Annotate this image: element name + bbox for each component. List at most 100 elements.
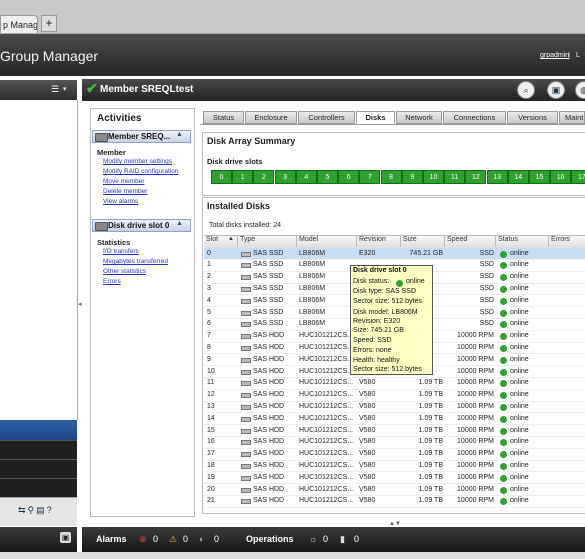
disk-slot[interactable]: 17 xyxy=(571,170,585,184)
disk-slot[interactable]: 4 xyxy=(295,170,317,184)
cell-type: SAS SSD xyxy=(253,308,284,316)
disk-slot[interactable]: 5 xyxy=(317,170,338,184)
cell-status: online xyxy=(510,296,529,304)
cell-speed: SSD xyxy=(479,308,494,316)
disk-slot[interactable]: 10 xyxy=(423,170,444,184)
operations-label: Operations xyxy=(246,534,294,544)
disk-slot[interactable]: 7 xyxy=(359,170,381,184)
operations-progress-icon[interactable]: ☼ xyxy=(309,534,317,544)
io-transfers-link[interactable]: I/O transfers xyxy=(103,248,139,255)
disk-slot[interactable]: 15 xyxy=(529,170,550,184)
cell-speed: 10000 RPM xyxy=(457,497,494,505)
cell-rev: V580 xyxy=(359,485,376,493)
disk-slot[interactable]: 0 xyxy=(211,170,232,184)
cell-model: HUC101212CS... xyxy=(299,402,354,410)
disk-slot[interactable]: 1 xyxy=(232,170,254,184)
chevron-down-icon[interactable]: ▾ xyxy=(63,85,67,93)
tab-status[interactable]: Status xyxy=(203,111,244,124)
modify-member-settings-link[interactable]: Modify member settings xyxy=(103,158,172,165)
col-speed[interactable]: Speed xyxy=(447,236,467,243)
nav-section[interactable] xyxy=(0,478,77,497)
warning-alarm-icon[interactable]: ⚠ xyxy=(169,534,177,545)
megabytes-transferred-link[interactable]: Megabytes transferred xyxy=(103,258,168,265)
col-slot[interactable]: Slot xyxy=(206,236,218,243)
tab-controllers[interactable]: Controllers xyxy=(298,111,355,124)
online-status-icon xyxy=(500,427,507,435)
cell-status: online xyxy=(510,332,529,340)
view-alarms-link[interactable]: View alarms xyxy=(103,198,138,205)
online-status-icon xyxy=(500,344,507,352)
disk-drive-icon xyxy=(241,369,251,375)
cell-slot: 9 xyxy=(207,355,211,363)
tab-versions[interactable]: Versions xyxy=(507,111,558,124)
tab-disks[interactable]: Disks xyxy=(356,111,395,124)
disk-drive-icon xyxy=(241,428,251,434)
modify-raid-link[interactable]: Modify RAID configuration xyxy=(103,168,179,175)
online-status-icon xyxy=(500,403,507,411)
nav-section[interactable] xyxy=(0,440,77,459)
disk-slot[interactable]: 3 xyxy=(274,170,296,184)
cell-slot: 0 xyxy=(207,249,211,257)
cell-speed: 10000 RPM xyxy=(457,414,494,422)
cell-status: online xyxy=(510,402,529,410)
disk-array-title: Disk Array Summary xyxy=(207,136,296,146)
header-link-cutoff[interactable]: L xyxy=(576,52,580,59)
collapse-up-icon[interactable]: ▲ xyxy=(176,131,183,138)
col-errors[interactable]: Errors xyxy=(551,236,570,243)
tab-connections[interactable]: Connections xyxy=(443,111,506,124)
disk-slot[interactable]: 6 xyxy=(338,170,360,184)
col-model[interactable]: Model xyxy=(299,236,318,243)
cell-slot: 17 xyxy=(207,450,215,458)
col-divider xyxy=(237,235,238,247)
browser-tab[interactable]: p Manager xyxy=(0,15,38,33)
critical-alarm-icon[interactable]: ⊗ xyxy=(139,534,147,545)
errors-link[interactable]: Errors xyxy=(103,278,121,285)
collapse-up-icon[interactable]: ▲ xyxy=(176,220,183,227)
disk-slot[interactable]: 9 xyxy=(401,170,423,184)
new-tab-button[interactable]: + xyxy=(41,15,57,32)
tab-maint[interactable]: Maint xyxy=(559,111,585,124)
disk-slot[interactable]: 16 xyxy=(550,170,572,184)
check-icon: ✔ xyxy=(86,80,98,96)
cell-type: SAS SSD xyxy=(253,296,284,304)
collapse-handle-icon[interactable]: ◂ xyxy=(78,300,83,325)
cell-model: LB806M xyxy=(299,320,326,328)
cell-type: SAS SSD xyxy=(253,284,284,292)
nav-section[interactable] xyxy=(0,459,77,478)
tab-enclosure[interactable]: Enclosure xyxy=(245,111,297,124)
move-member-link[interactable]: Move member xyxy=(103,178,145,185)
col-revision[interactable]: Revision xyxy=(359,236,386,243)
save-icon[interactable]: ▣ xyxy=(547,81,565,99)
col-status[interactable]: Status xyxy=(498,236,518,243)
operations-queued-icon[interactable]: ▮ xyxy=(340,534,345,545)
panel-toggle-icon[interactable]: ▣ xyxy=(60,532,71,543)
tab-network[interactable]: Network xyxy=(396,111,442,124)
disk-slot[interactable]: 14 xyxy=(507,170,529,184)
disk-slot[interactable]: 8 xyxy=(380,170,402,184)
user-link[interactable]: grpadmin xyxy=(540,52,569,59)
col-size[interactable]: Size xyxy=(403,236,417,243)
cell-type: SAS HDD xyxy=(253,402,285,410)
cell-status: online xyxy=(510,497,529,505)
cell-status: online xyxy=(510,450,529,458)
cell-status: online xyxy=(510,343,529,351)
cell-status: online xyxy=(510,379,529,387)
nav-tool-icons[interactable]: ⇆⚲▤? xyxy=(18,505,54,516)
disk-slot[interactable]: 13 xyxy=(486,170,508,184)
search-icon[interactable]: ⌕ xyxy=(517,81,535,99)
disk-slot[interactable]: 2 xyxy=(253,170,275,184)
disk-slots-label: Disk drive slots xyxy=(207,157,263,166)
disk-slot[interactable]: 11 xyxy=(444,170,466,184)
cell-slot: 6 xyxy=(207,320,211,328)
online-status-icon xyxy=(500,415,507,423)
statistics-heading: Statistics xyxy=(97,238,131,247)
total-disks-label: Total disks installed: 24 xyxy=(209,222,281,229)
disk-slot[interactable]: 12 xyxy=(465,170,487,184)
nav-section-selected[interactable] xyxy=(0,420,77,440)
delete-member-link[interactable]: Delete member xyxy=(103,188,147,195)
sort-asc-icon[interactable]: ▲ xyxy=(228,236,234,242)
col-type[interactable]: Type xyxy=(240,236,255,243)
cell-slot: 2 xyxy=(207,273,211,281)
info-alarm-icon[interactable]: ◐ xyxy=(199,534,204,544)
other-statistics-link[interactable]: Other statistics xyxy=(103,268,146,275)
